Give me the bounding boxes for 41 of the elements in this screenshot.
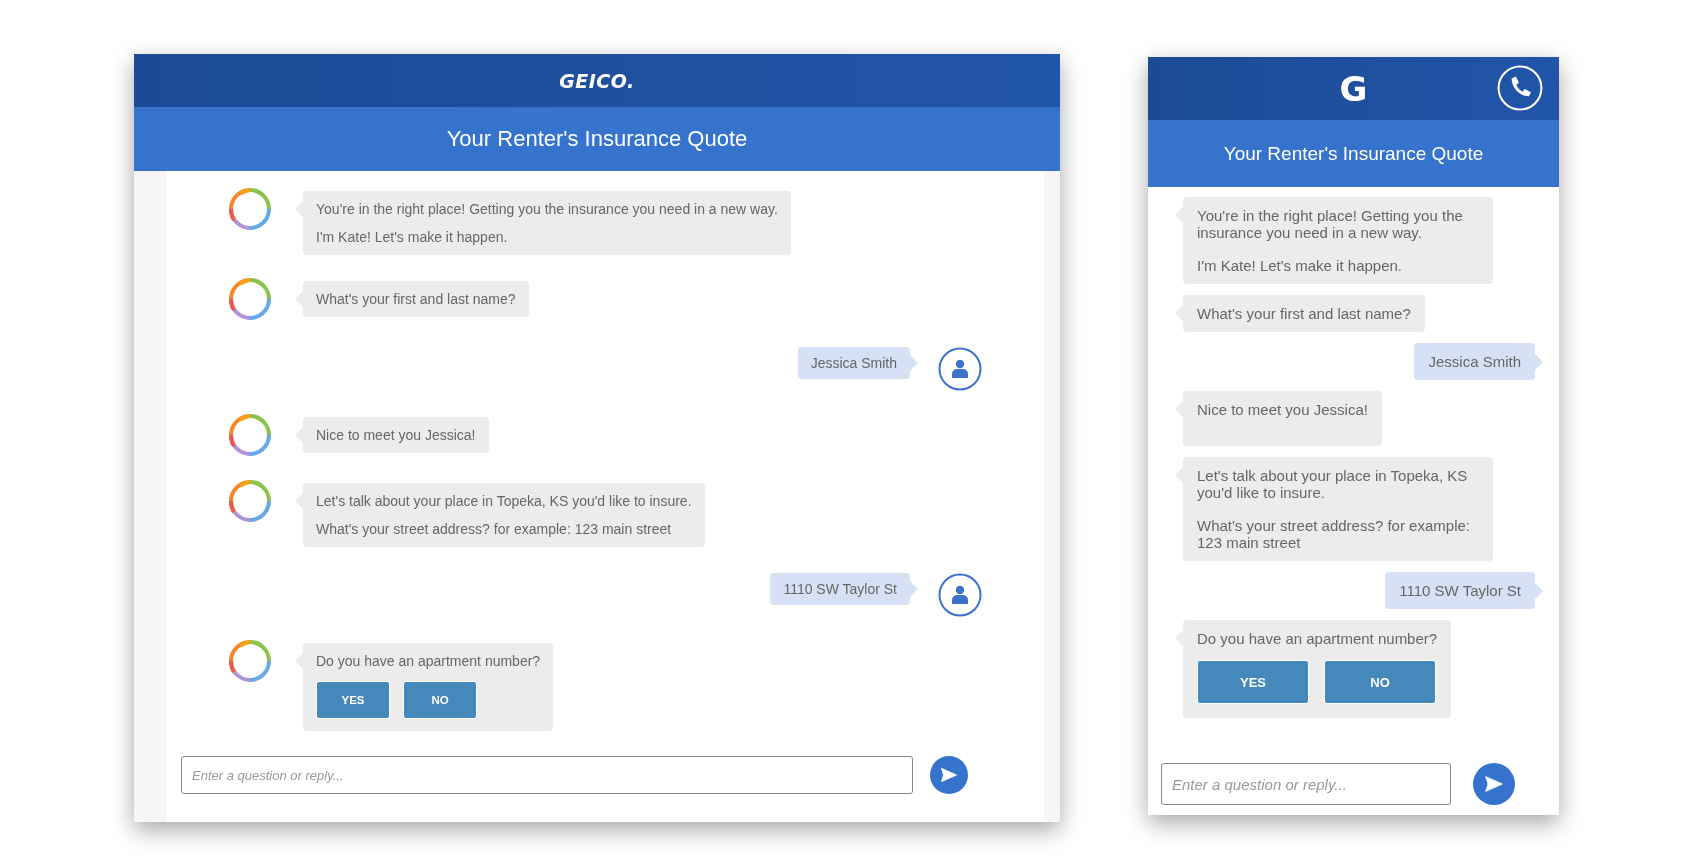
send-icon	[1483, 773, 1505, 795]
message-text: 1110 SW Taylor St	[1399, 582, 1521, 599]
message-text: Let's talk about your place in Topeka, KS you'd like to insure.	[316, 492, 692, 511]
reply-button[interactable]: NO	[1324, 660, 1436, 704]
message-input-field[interactable]: Enter a question or reply...	[181, 756, 913, 794]
message-text: I'm Kate! Let's make it happen.	[316, 228, 509, 247]
message-input-field[interactable]: Enter a question or reply...	[1161, 763, 1451, 805]
reply-button[interactable]: NO	[403, 681, 477, 719]
message-text: You're in the right place! Getting you the insurance you need in a new way.	[1197, 207, 1464, 241]
message-text: Jessica Smith	[810, 354, 897, 373]
reply-button[interactable]: YES	[316, 681, 390, 719]
message-text: Nice to meet you Jessica!	[316, 426, 476, 445]
message-text: Do you have an apartment number?	[316, 652, 541, 671]
phone-icon	[1497, 65, 1543, 111]
message-text: I'm Kate! Let's make it happen.	[1197, 257, 1403, 274]
bot-avatar-icon	[228, 479, 272, 523]
message-text: You're in the right place! Getting you the insurance you need in a new way.	[316, 200, 778, 219]
bot-avatar-icon	[228, 639, 272, 683]
message-text: What's your street address? for example: 123 main street	[316, 520, 673, 539]
window-title: Your Renter's Insurance Quote	[1223, 142, 1484, 165]
message-text: What's your first and last name?	[1197, 305, 1411, 322]
phone-button[interactable]	[1497, 65, 1543, 111]
logo: G	[1339, 68, 1368, 109]
message-text: Nice to meet you Jessica!	[1197, 401, 1368, 418]
send-button[interactable]	[930, 756, 968, 794]
message-text: What's your first and last name?	[316, 290, 516, 309]
message-text: Let's talk about your place in Topeka, KS you'd like to insure.	[1197, 467, 1469, 501]
user-avatar-icon	[938, 347, 982, 391]
message-text: 1110 SW Taylor St	[783, 580, 897, 599]
message-text: Do you have an apartment number?	[1197, 630, 1438, 647]
window-title: Your Renter's Insurance Quote	[446, 126, 748, 152]
bot-avatar-icon	[228, 277, 272, 321]
send-button[interactable]	[1473, 763, 1515, 805]
message-text: What's your street address? for example: 123 main street	[1197, 517, 1471, 551]
send-icon	[939, 765, 959, 785]
bot-avatar-icon	[228, 413, 272, 457]
bot-avatar-icon	[228, 187, 272, 231]
reply-button[interactable]: YES	[1197, 660, 1309, 704]
user-avatar-icon	[938, 573, 982, 617]
message-text: Jessica Smith	[1428, 353, 1521, 370]
logo: GEICO.	[559, 69, 635, 92]
